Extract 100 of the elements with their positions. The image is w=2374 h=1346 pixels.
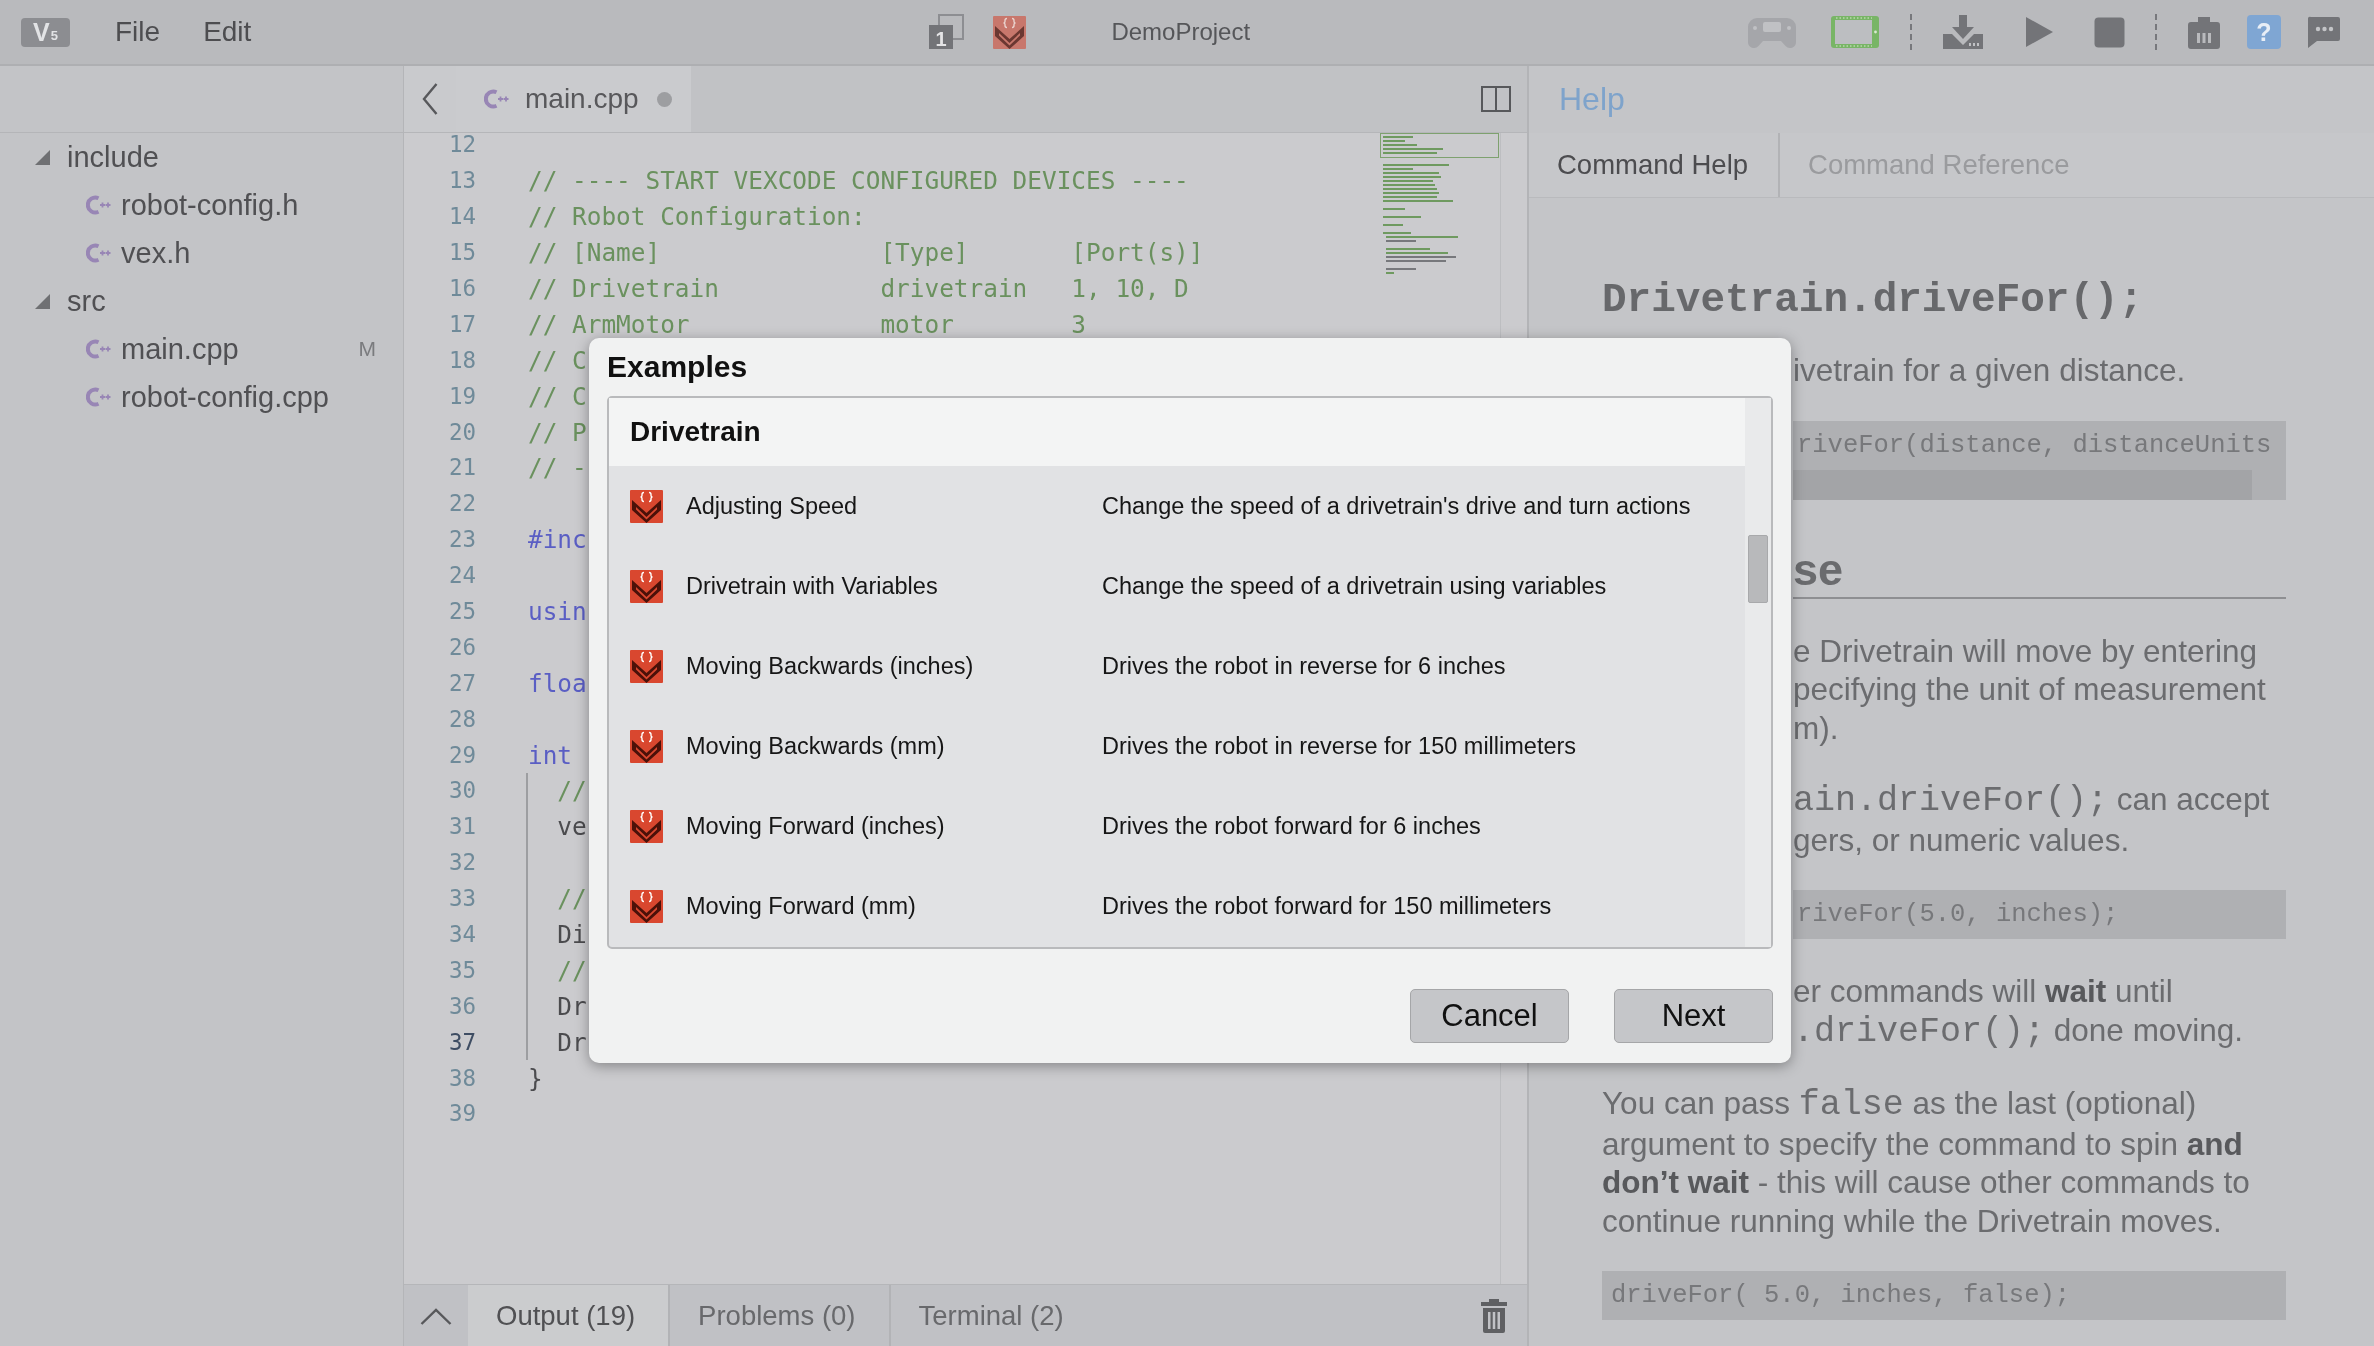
panel-tab[interactable]: Terminal (2)	[890, 1285, 1097, 1346]
line-number: 20	[447, 418, 476, 446]
example-item[interactable]: Adjusting Speed Change the speed of a drivetrain's drive and turn actions	[609, 466, 1745, 546]
folder-name[interactable]: include	[67, 140, 159, 174]
example-description: Change the speed of a drivetrain's drive and turn actions	[1102, 492, 1691, 520]
help-paragraph: e Drivetrain will move by entering pecifying the unit of measurement m).	[1793, 631, 2267, 747]
device-icon[interactable]	[2187, 15, 2221, 49]
line-number: 28	[447, 705, 476, 733]
expanded-caret-icon[interactable]	[35, 293, 50, 309]
example-name: Adjusting Speed	[686, 492, 858, 520]
line-number: 18	[447, 346, 476, 374]
code-line: Dr	[556, 1028, 587, 1056]
editor-tab[interactable]: main.cpp	[456, 66, 691, 132]
chevron-up-icon[interactable]	[420, 1306, 452, 1325]
example-description: Drives the robot forward for 150 millimeters	[1102, 892, 1552, 920]
trash-icon[interactable]	[1481, 1298, 1507, 1333]
code-text: riveFor(5.0, inches);	[1796, 899, 2120, 931]
code-line: // [Name] [Type] [Port(s)]	[528, 239, 1204, 267]
file-name[interactable]: robot-config.cpp	[121, 380, 329, 414]
screen-icon[interactable]	[1830, 15, 1880, 49]
cpp-file-icon	[484, 88, 509, 110]
code-line: //	[556, 885, 587, 913]
line-number: 29	[447, 741, 476, 769]
dialog-button[interactable]: Cancel	[1410, 989, 1569, 1043]
dialog-button[interactable]: Next	[1614, 989, 1773, 1043]
file-name[interactable]: vex.h	[121, 236, 191, 270]
code-line: // C	[528, 382, 587, 410]
example-name: Moving Backwards (mm)	[686, 732, 945, 760]
code-line: //	[556, 777, 587, 805]
help-paragraph: ivetrain for a given distance.	[1793, 351, 2187, 390]
code-chevron-icon	[630, 649, 663, 683]
example-item[interactable]: Moving Backwards (inches) Drives the robot in reverse for 6 inches	[609, 626, 1745, 706]
line-number: 24	[447, 562, 476, 590]
line-number: 30	[447, 777, 476, 805]
example-name: Drivetrain with Variables	[686, 572, 938, 600]
example-description: Change the speed of a drivetrain using variables	[1102, 572, 1607, 600]
play-icon[interactable]	[2024, 16, 2054, 48]
code-chevron-icon[interactable]	[993, 15, 1027, 49]
chevron-left-icon	[422, 83, 438, 115]
code-line: Dr	[556, 992, 587, 1020]
scrollbar-thumb[interactable]	[1748, 535, 1768, 603]
line-number: 17	[447, 310, 476, 338]
line-number: 38	[447, 1064, 476, 1092]
scrollbar-thumb[interactable]	[1793, 469, 2252, 500]
panel-tab[interactable]: Output (19)	[468, 1285, 671, 1346]
line-number: 25	[447, 598, 476, 625]
cpp-file-icon	[86, 386, 111, 408]
expanded-caret-icon[interactable]	[35, 149, 50, 165]
example-item[interactable]: Drivetrain with Variables Change the speed of a drivetrain using variables	[609, 546, 1745, 626]
cpp-file-icon	[86, 242, 111, 264]
back-button[interactable]	[404, 66, 456, 132]
chat-bubble-icon[interactable]	[2307, 15, 2341, 49]
menu-item[interactable]: Edit	[203, 16, 252, 48]
code-text: driveFor( 5.0, inches, false);	[1610, 1280, 2072, 1312]
project-name: DemoProject	[1111, 18, 1251, 46]
code-chevron-icon	[630, 809, 663, 843]
line-number: 26	[447, 633, 476, 661]
code-line: // Robot Configuration:	[528, 203, 866, 231]
code-line: Di	[556, 921, 587, 949]
section-header: Drivetrain	[609, 398, 1745, 466]
line-number: 36	[447, 992, 476, 1020]
code-line: int	[528, 741, 573, 769]
example-item[interactable]: Moving Forward (inches) Drives the robot forward for 6 inches	[609, 786, 1745, 866]
code-line: // P	[528, 418, 587, 446]
command-signature: Drivetrain.driveFor();	[1602, 276, 2145, 325]
stop-icon[interactable]	[2094, 16, 2125, 48]
help-paragraph: You can pass false as the last (optional) argument to specify the command to spin and don’t wait - this will cause other commands to continue running while the Drivetrain moves.	[1602, 1084, 2251, 1240]
code-chevron-icon	[630, 569, 663, 603]
line-number: 12	[447, 131, 476, 159]
split-editor-icon[interactable]	[1481, 86, 1511, 112]
cpp-file-icon	[86, 194, 111, 216]
menu-item[interactable]: File	[115, 16, 161, 48]
example-item[interactable]: Moving Backwards (mm) Drives the robot in reverse for 150 millimeters	[609, 706, 1745, 786]
code-line: // ---- START VEXCODE CONFIGURED DEVICES ----	[528, 167, 1189, 195]
cpp-file-icon	[86, 338, 111, 360]
example-name: Moving Forward (mm)	[686, 892, 916, 920]
example-name: Moving Forward (inches)	[686, 812, 945, 840]
line-number: 31	[447, 813, 476, 841]
example-description: Drives the robot in reverse for 150 millimeters	[1102, 732, 1577, 760]
panel-title: Help	[1559, 81, 1625, 118]
code-line: //	[556, 956, 587, 984]
code-line: // -	[528, 454, 587, 482]
panel-tab[interactable]: Problems (0)	[670, 1285, 891, 1346]
line-number: 33	[447, 885, 476, 913]
help-tab[interactable]: Command Help	[1529, 133, 1781, 197]
download-icon[interactable]	[1942, 14, 1984, 50]
file-status: M	[358, 337, 376, 361]
code-line: floa	[528, 669, 587, 697]
file-name[interactable]: robot-config.h	[121, 188, 299, 222]
folder-name[interactable]: src	[67, 284, 106, 318]
code-text: riveFor(distance, distanceUnits	[1796, 429, 2273, 462]
code-chevron-icon	[630, 729, 663, 763]
example-item[interactable]: Moving Forward (mm) Drives the robot forward for 150 millimeters	[609, 866, 1745, 946]
code-chevron-icon	[630, 489, 663, 523]
line-number: 27	[447, 669, 476, 697]
help-paragraph: er commands will wait until .driveFor(); done moving.	[1793, 972, 2244, 1051]
file-name[interactable]: main.cpp	[121, 332, 239, 366]
line-number: 21	[447, 454, 476, 482]
line-number: 16	[447, 275, 476, 302]
line-number: 15	[447, 239, 476, 267]
